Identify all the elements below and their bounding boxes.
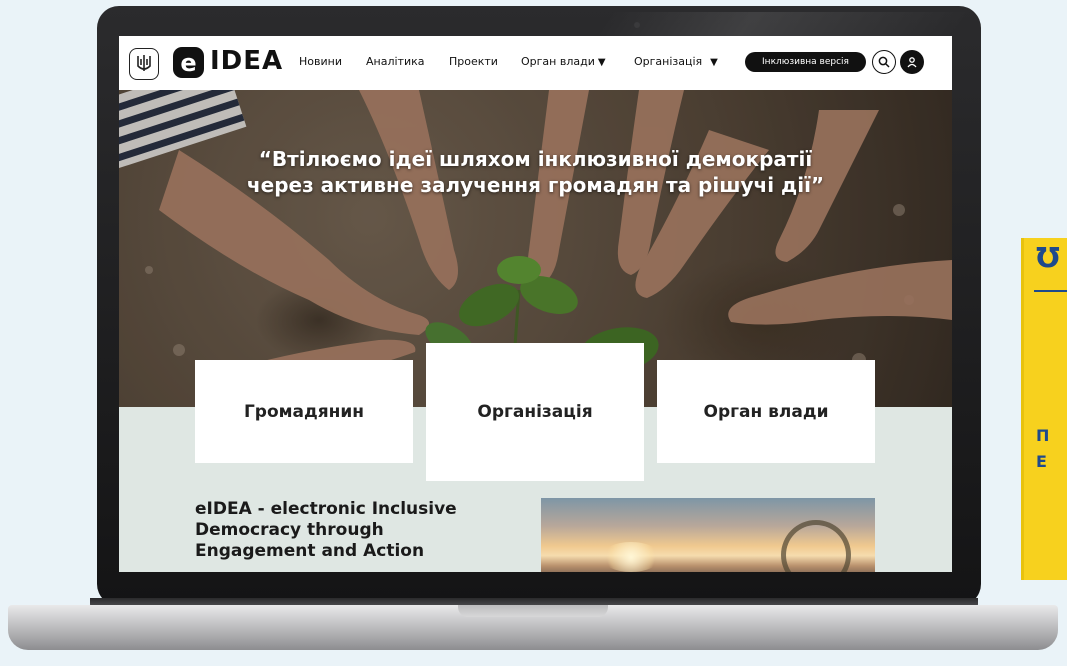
logo-wordmark[interactable]: IDEA bbox=[210, 46, 283, 76]
nav-item-organization[interactable]: Організація ▼ bbox=[634, 55, 718, 68]
about-title-line: Engagement and Action bbox=[195, 541, 425, 561]
user-icon[interactable] bbox=[900, 50, 924, 74]
about-title-line: eIDEA - electronic Inclusive bbox=[195, 499, 457, 519]
hero-quote-line: через активне залучення громадян та рішу… bbox=[246, 173, 825, 197]
side-poster: Ʊ П Е bbox=[1021, 238, 1067, 580]
search-icon[interactable] bbox=[872, 50, 896, 74]
logo-mark[interactable]: e bbox=[173, 47, 204, 78]
card-authority[interactable]: Орган влади bbox=[657, 360, 875, 463]
nav-item-authority[interactable]: Орган влади ▼ bbox=[521, 55, 606, 68]
poster-text-line: Е bbox=[1036, 452, 1047, 471]
laptop-screen: e IDEA Новини Аналітика Проекти Орган вл… bbox=[119, 36, 952, 572]
card-organization[interactable]: Організація bbox=[426, 343, 644, 481]
inclusive-version-button[interactable]: Інклюзивна версія bbox=[745, 52, 866, 72]
nav-item-projects[interactable]: Проекти bbox=[449, 55, 498, 68]
site-header: e IDEA Новини Аналітика Проекти Орган вл… bbox=[119, 36, 952, 90]
poster-divider bbox=[1034, 290, 1067, 292]
about-image bbox=[541, 498, 875, 572]
wreath-shape bbox=[781, 520, 851, 572]
sunset-glow bbox=[601, 542, 661, 572]
chevron-down-icon: ▼ bbox=[710, 57, 718, 68]
laptop-notch bbox=[458, 605, 608, 617]
hero-quote: “Втілюємо ідеї шляхом інклюзивної демокр… bbox=[119, 146, 952, 198]
hero-quote-line: “Втілюємо ідеї шляхом інклюзивної демокр… bbox=[258, 147, 813, 171]
nav-item-news[interactable]: Новини bbox=[299, 55, 342, 68]
nav-item-analytics[interactable]: Аналітика bbox=[366, 55, 425, 68]
card-label: Громадянин bbox=[243, 401, 365, 422]
poster-logo: Ʊ bbox=[1036, 241, 1060, 274]
card-label: Організація bbox=[477, 402, 593, 422]
about-title: eIDEA - electronic Inclusive Democracy t… bbox=[195, 499, 525, 562]
poster-text-line: П bbox=[1036, 426, 1050, 445]
card-citizen[interactable]: Громадянин bbox=[195, 360, 413, 463]
trident-icon[interactable] bbox=[129, 48, 159, 80]
laptop-camera bbox=[634, 22, 640, 28]
chevron-down-icon: ▼ bbox=[597, 57, 606, 68]
about-title-line: Democracy through bbox=[195, 520, 384, 540]
card-label: Орган влади bbox=[703, 401, 829, 422]
